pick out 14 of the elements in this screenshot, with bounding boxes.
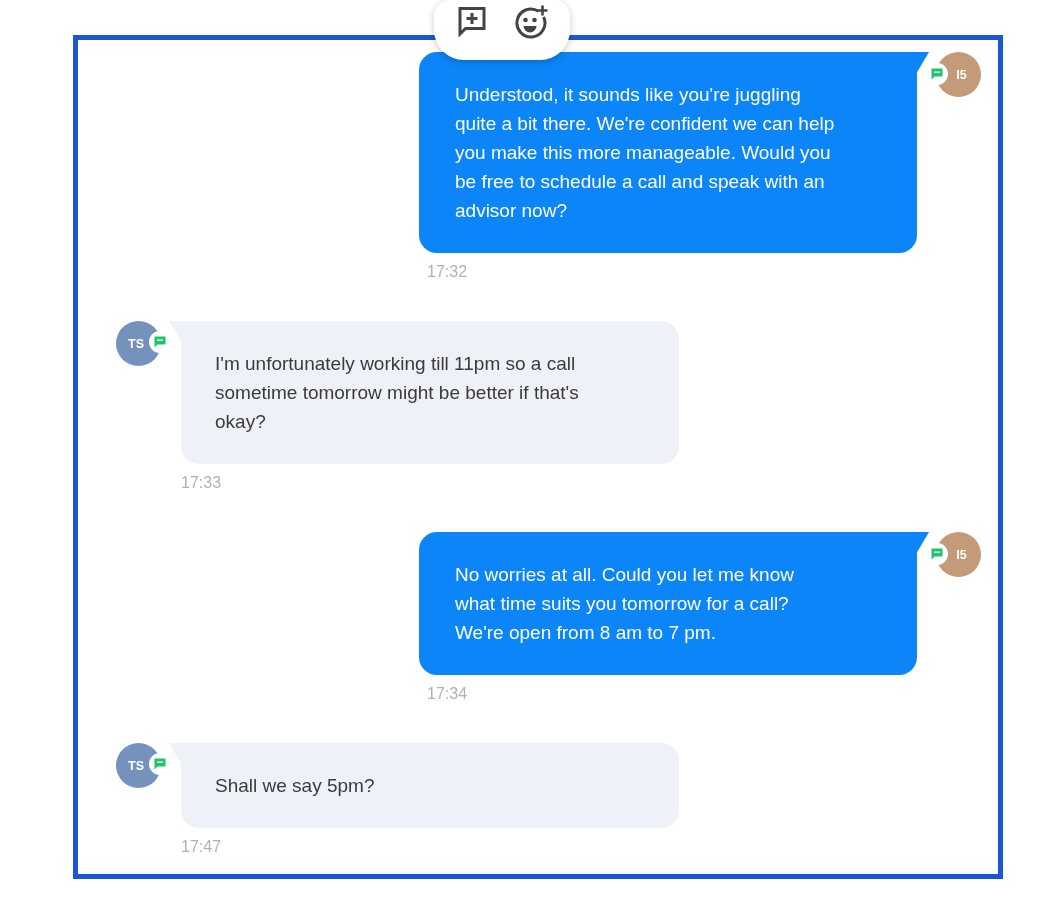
add-emoji-button[interactable] <box>514 5 548 39</box>
message-time: 17:33 <box>181 474 222 492</box>
avatar: TS <box>116 321 161 366</box>
avatar: TS <box>116 743 161 788</box>
message-time: 17:32 <box>427 263 468 281</box>
message-text: I'm unfortunately working till 11pm so a call sometime tomorrow might be better if that's okay? <box>215 352 580 434</box>
add-comment-button[interactable] <box>456 5 488 37</box>
message-time: 17:47 <box>181 838 222 856</box>
message-time: 17:34 <box>427 685 468 703</box>
message-text: Understood, it sounds like you're juggling quite a bit there. We're confident we can help you make this more manageable. Would you be free to schedule a call and speak with an advisor now? <box>455 83 836 223</box>
message-text: No worries at all. Could you let me know what time suits you tomorrow for a call? We're open from 8 am to 7 pm. <box>455 563 795 645</box>
add-comment-icon <box>456 5 488 37</box>
add-emoji-icon <box>514 5 548 39</box>
message-text: Shall we say 5pm? <box>215 774 376 798</box>
